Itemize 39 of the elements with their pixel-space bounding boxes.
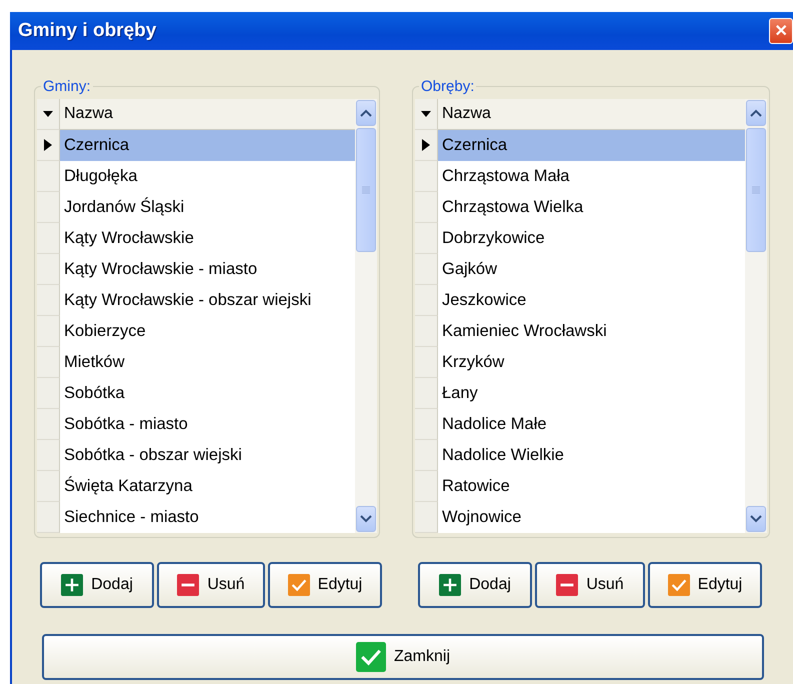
- window-title: Gminy i obręby: [18, 20, 156, 42]
- chevron-down-icon: [750, 515, 762, 523]
- remove-button[interactable]: Usuń: [157, 562, 265, 608]
- add-button[interactable]: Dodaj: [40, 562, 154, 608]
- close-dialog-button[interactable]: Zamknij: [42, 634, 764, 680]
- check-icon: [288, 574, 310, 596]
- chevron-down-icon: [360, 515, 372, 523]
- row-indicator[interactable]: [37, 130, 60, 161]
- plus-icon: [61, 574, 84, 596]
- column-header[interactable]: Nazwa: [438, 99, 745, 130]
- scrollbar[interactable]: [745, 99, 767, 533]
- scrollbar[interactable]: [355, 99, 377, 533]
- scroll-down-button[interactable]: [746, 506, 766, 532]
- remove-button[interactable]: Usuń: [535, 562, 645, 608]
- group-label: Gminy:: [42, 78, 92, 95]
- plus-icon: [439, 574, 462, 596]
- chevron-up-icon: [360, 109, 372, 117]
- minus-icon: [556, 574, 578, 596]
- table-cell[interactable]: Czernica: [60, 130, 355, 161]
- chevron-up-icon: [750, 109, 762, 117]
- scroll-up-button[interactable]: [746, 100, 766, 126]
- minus-icon: [177, 574, 200, 596]
- current-row-icon: [42, 138, 54, 152]
- edit-button[interactable]: Edytuj: [268, 562, 382, 608]
- scroll-up-button[interactable]: [356, 100, 376, 126]
- group-label: Obręby:: [420, 78, 476, 95]
- grip-icon: [752, 186, 760, 194]
- scroll-thumb[interactable]: [356, 128, 376, 252]
- scroll-thumb[interactable]: [746, 128, 766, 252]
- row-indicator[interactable]: [415, 130, 438, 161]
- scroll-down-button[interactable]: [356, 506, 376, 532]
- table-cell[interactable]: Czernica: [438, 130, 745, 161]
- check-icon: [356, 642, 386, 672]
- edit-button[interactable]: Edytuj: [648, 562, 762, 608]
- grip-icon: [362, 186, 370, 194]
- check-icon: [668, 574, 690, 596]
- column-header[interactable]: Nazwa: [60, 99, 355, 130]
- add-button[interactable]: Dodaj: [418, 562, 532, 608]
- current-row-icon: [420, 138, 432, 152]
